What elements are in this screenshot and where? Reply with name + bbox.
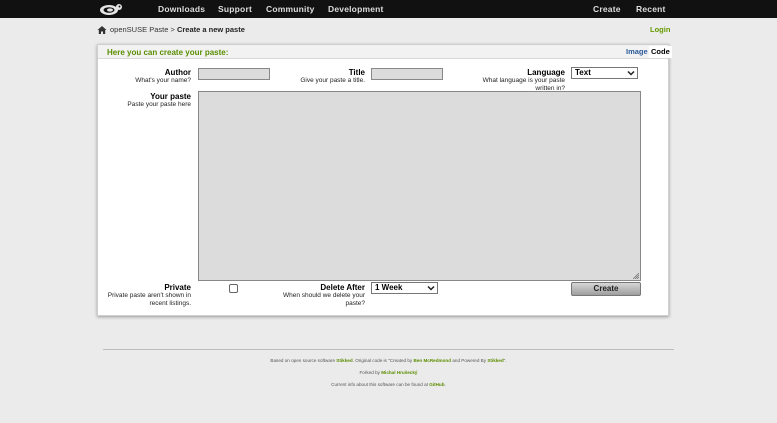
home-icon[interactable] <box>97 25 107 35</box>
breadcrumb-separator: > <box>170 25 175 34</box>
paste-textarea[interactable] <box>198 91 641 281</box>
delete-after-select[interactable]: 1 Week <box>371 282 438 294</box>
delete-after-select-value: 1 Week <box>375 283 403 292</box>
delete-after-label: Delete After <box>320 283 365 292</box>
tab-image[interactable]: Image <box>626 47 648 56</box>
nav-create[interactable]: Create <box>593 4 621 14</box>
title-input[interactable] <box>371 68 443 80</box>
footer-link-author[interactable]: Ben McRedmond <box>414 358 452 363</box>
paste-label: Your paste <box>150 92 191 101</box>
breadcrumb-current: Create a new paste <box>176 25 245 34</box>
footer-link-stikked-2[interactable]: Stikked <box>487 358 503 363</box>
chevron-down-icon <box>427 285 435 291</box>
footer-link-forker[interactable]: Michal Hrušecký <box>381 370 417 375</box>
nav-recent[interactable]: Recent <box>636 4 666 14</box>
private-checkbox[interactable] <box>229 284 238 293</box>
tab-code[interactable]: Code <box>649 46 672 58</box>
breadcrumb: openSUSE Paste > Create a new paste <box>110 25 245 34</box>
chevron-down-icon <box>627 70 635 76</box>
private-hint: Private paste aren't shown in recent list… <box>107 292 191 307</box>
author-hint: What's your name? <box>135 77 191 84</box>
top-nav-bar: Downloads Support Community Development … <box>0 0 777 18</box>
title-hint: Give your paste a title. <box>300 77 365 84</box>
nav-downloads[interactable]: Downloads <box>158 4 205 14</box>
panel-title: Here you can create your paste: <box>107 48 229 57</box>
footer-link-github[interactable]: GitHub <box>429 382 444 387</box>
resize-grip-icon[interactable] <box>633 273 639 279</box>
nav-support[interactable]: Support <box>218 4 252 14</box>
paste-hint: Paste your paste here <box>127 101 191 108</box>
nav-community[interactable]: Community <box>266 4 315 14</box>
breadcrumb-site-link[interactable]: openSUSE Paste <box>110 25 168 34</box>
footer-forked: Forked by Michal Hrušecký <box>359 370 418 375</box>
delete-after-hint: When should we delete your paste? <box>282 292 365 307</box>
footer-link-stikked[interactable]: Stikked <box>336 358 352 363</box>
footer-credits: Based on open source software Stikked. O… <box>270 358 507 363</box>
language-select-value: Text <box>575 68 591 77</box>
language-select[interactable]: Text <box>571 67 638 79</box>
footer-info: Current info about this software can be … <box>331 382 446 387</box>
login-link[interactable]: Login <box>650 25 670 34</box>
footer-divider <box>103 349 674 350</box>
create-button[interactable]: Create <box>571 282 641 296</box>
panel-header: Here you can create your paste: Image Co… <box>98 45 672 59</box>
language-label: Language <box>527 68 565 77</box>
author-input[interactable] <box>198 68 270 80</box>
opensuse-logo-icon[interactable] <box>98 2 124 16</box>
title-label: Title <box>348 68 365 77</box>
nav-development[interactable]: Development <box>328 4 384 14</box>
private-label: Private <box>164 283 191 292</box>
author-label: Author <box>164 68 191 77</box>
create-paste-panel: Here you can create your paste: Image Co… <box>97 44 672 316</box>
